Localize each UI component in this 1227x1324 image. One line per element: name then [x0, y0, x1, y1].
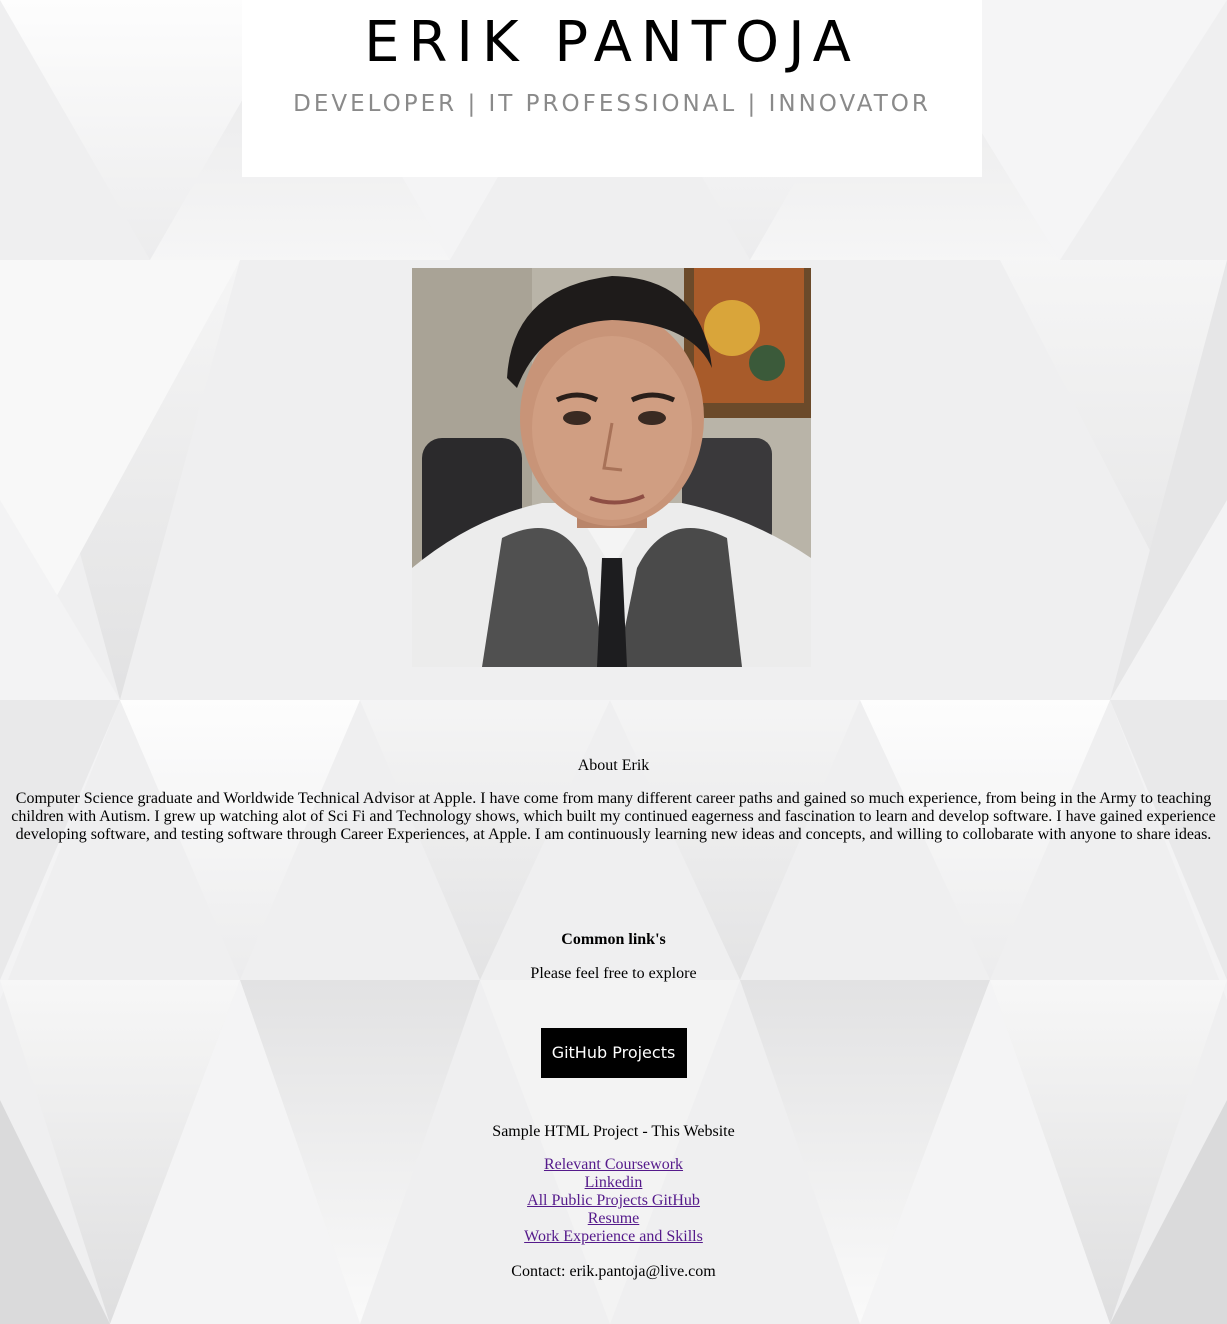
- link-work-experience[interactable]: Work Experience and Skills: [524, 1228, 703, 1245]
- site-tagline: DEVELOPER | IT PROFESSIONAL | INNOVATOR: [293, 91, 931, 117]
- link-public-projects-github[interactable]: All Public Projects GitHub: [527, 1192, 700, 1209]
- links-subtitle: Please feel free to explore: [530, 965, 697, 982]
- contact-info: Contact: erik.pantoja@live.com: [511, 1263, 716, 1280]
- github-projects-button[interactable]: GitHub Projects: [540, 1028, 687, 1078]
- link-resume[interactable]: Resume: [588, 1210, 640, 1227]
- profile-photo: [412, 268, 811, 667]
- about-title: About Erik: [577, 757, 650, 774]
- links-title: Common link's: [561, 931, 666, 948]
- link-linkedin[interactable]: Linkedin: [585, 1174, 643, 1191]
- site-title: ERIK PANTOJA: [364, 10, 860, 75]
- site-header: ERIK PANTOJA DEVELOPER | IT PROFESSIONAL…: [242, 0, 982, 177]
- sample-project-text: Sample HTML Project - This Website: [492, 1123, 735, 1140]
- links-list: Relevant Coursework Linkedin All Public …: [0, 1156, 1227, 1246]
- main-content: About Erik Computer Science graduate and…: [0, 756, 1227, 1282]
- link-relevant-coursework[interactable]: Relevant Coursework: [544, 1156, 683, 1173]
- about-text: Computer Science graduate and Worldwide …: [11, 790, 1216, 843]
